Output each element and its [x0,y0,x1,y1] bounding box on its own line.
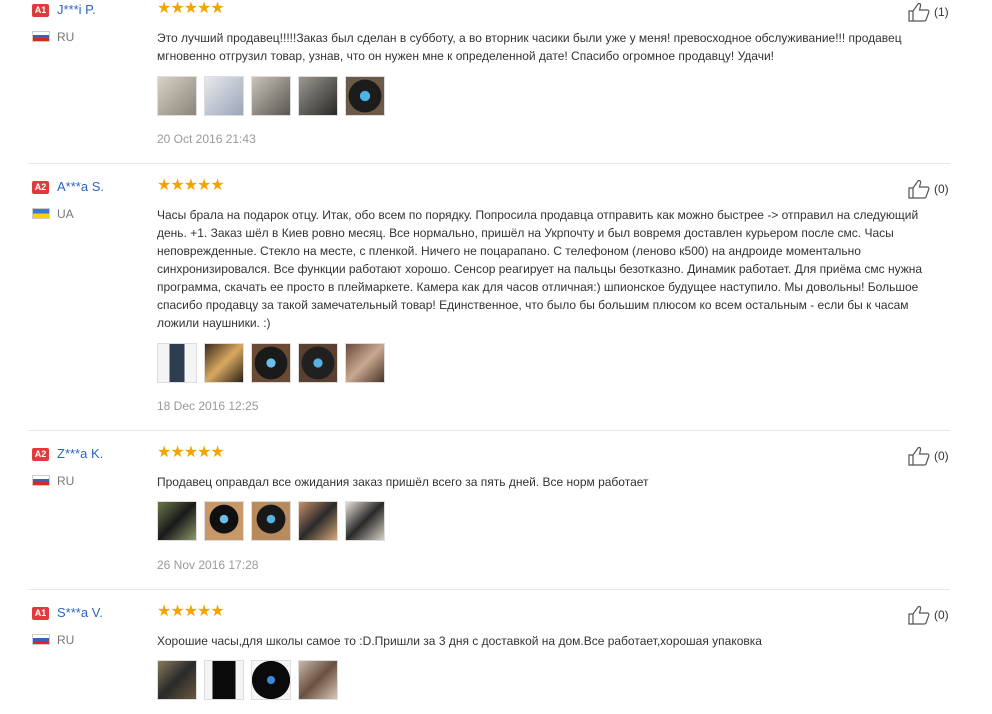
buyer-level-badge: A2 [32,181,49,194]
helpful-count: (1) [934,5,949,19]
reviewer-country: UA [57,207,74,221]
flag-ru-icon [32,31,50,42]
review-photo[interactable] [345,501,385,541]
reviewer-country: RU [57,633,75,647]
helpful-count: (0) [934,182,949,196]
review-text: Это лучший продавец!!!!!Заказ был сделан… [157,31,902,63]
reviewer-name: J***i P. [57,2,96,17]
thumbs-up-icon [908,179,930,199]
review-text: Продавец оправдал все ожидания заказ при… [157,475,649,489]
rating-stars: ★★★★★ [157,603,225,620]
review-photos [157,501,385,541]
review-photos [157,660,338,700]
reviewer-country: RU [57,474,75,488]
review-photo[interactable] [251,501,291,541]
review-photo[interactable] [345,76,385,116]
helpful-button[interactable]: (0) [907,605,949,625]
review-photos [157,343,385,383]
review-divider [28,430,950,431]
review-photo[interactable] [298,76,338,116]
reviewer-country: RU [57,30,75,44]
review-photo[interactable] [298,501,338,541]
reviewer-name: S***a V. [57,605,103,620]
buyer-level-badge: A1 [32,607,49,620]
review-photo[interactable] [251,76,291,116]
review-photo[interactable] [204,343,244,383]
helpful-button[interactable]: (0) [907,446,949,466]
buyer-level-badge: A2 [32,448,49,461]
review-photo[interactable] [204,501,244,541]
review-photo[interactable] [204,660,244,700]
review-date: 26 Nov 2016 17:28 [157,558,259,572]
reviewer-name: Z***a K. [57,446,104,461]
helpful-count: (0) [934,449,949,463]
thumbs-up-icon [908,446,930,466]
review-divider [28,589,950,590]
helpful-count: (0) [934,608,949,622]
review-date: 18 Dec 2016 12:25 [157,399,259,413]
review-divider [28,163,950,164]
review-text: Хорошие часы,для школы самое то :D.Пришл… [157,634,762,648]
review-photo[interactable] [251,343,291,383]
flag-ru-icon [32,634,50,645]
review-photo[interactable] [298,343,338,383]
buyer-level-badge: A1 [32,4,49,17]
review-photo[interactable] [157,660,197,700]
rating-stars: ★★★★★ [157,177,225,194]
flag-ru-icon [32,475,50,486]
review-photo[interactable] [345,343,385,383]
helpful-button[interactable]: (1) [907,2,949,22]
flag-ua-icon [32,208,50,219]
rating-stars: ★★★★★ [157,0,225,17]
review-photo[interactable] [157,343,197,383]
review-photo[interactable] [204,76,244,116]
review-photo[interactable] [157,76,197,116]
thumbs-up-icon [908,2,930,22]
review-photo[interactable] [157,501,197,541]
review-photo[interactable] [251,660,291,700]
thumbs-up-icon [908,605,930,625]
review-photos [157,76,385,116]
rating-stars: ★★★★★ [157,444,225,461]
review-text: Часы брала на подарок отцу. Итак, обо вс… [157,208,923,330]
review-photo[interactable] [298,660,338,700]
review-date: 20 Oct 2016 21:43 [157,132,256,146]
helpful-button[interactable]: (0) [907,179,949,199]
reviewer-name: A***a S. [57,179,104,194]
